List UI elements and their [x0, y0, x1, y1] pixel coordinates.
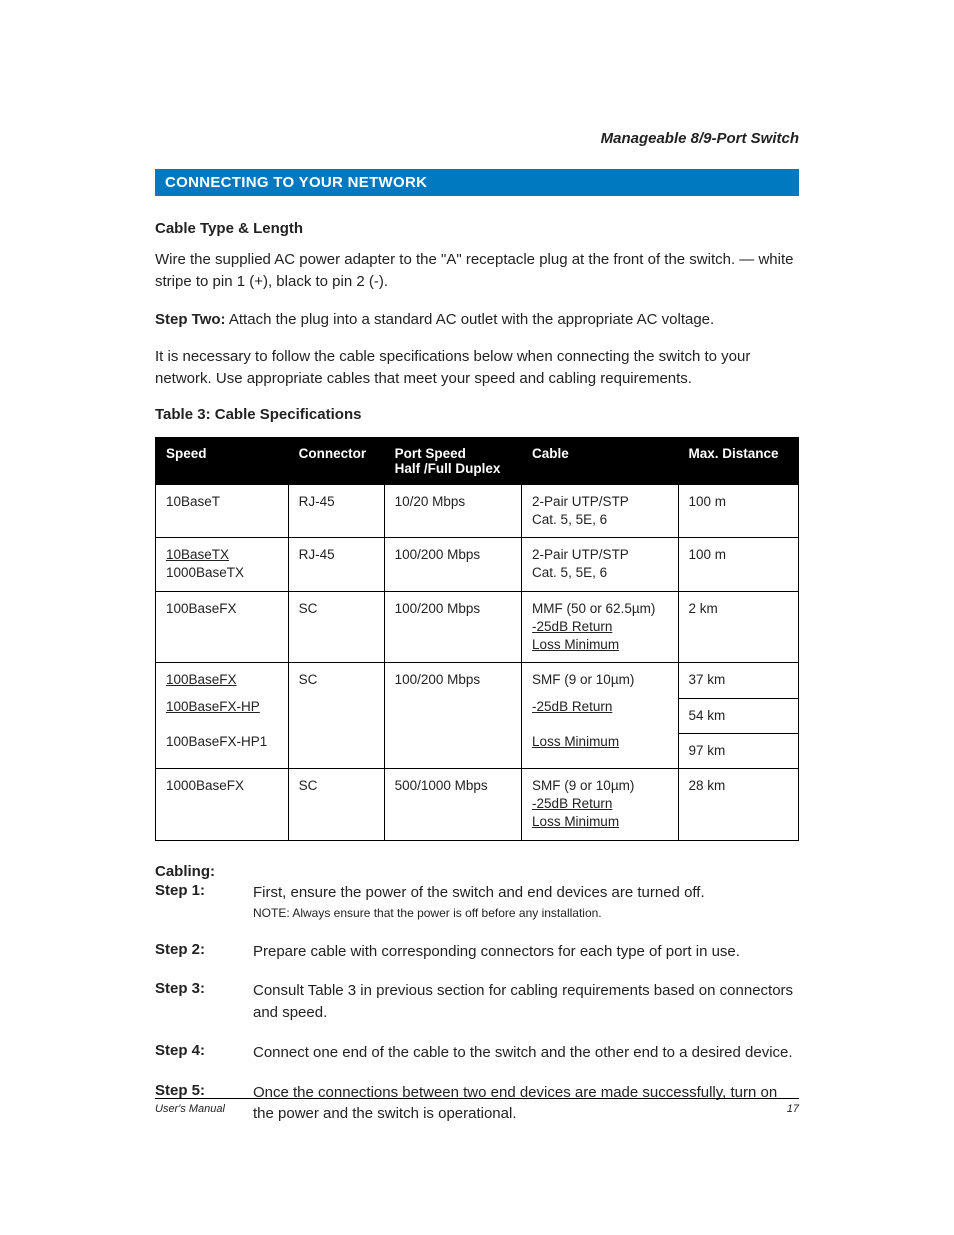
cell-portspeed: 10/20 Mbps: [384, 484, 521, 537]
paragraph-wire: Wire the supplied AC power adapter to th…: [155, 249, 799, 293]
step-text: Connect one end of the cable to the swit…: [253, 1042, 799, 1064]
step-label: Step 3:: [155, 980, 253, 1024]
cabling-steps: Cabling: Step 1: First, ensure the power…: [155, 863, 799, 1126]
cell-connector: SC: [288, 768, 384, 840]
cable-spec-table: Speed Connector Port Speed Half /Full Du…: [155, 437, 799, 841]
cell-cable: MMF (50 or 62.5µm) -25dB Return Loss Min…: [522, 591, 678, 663]
step-row-2: Step 2: Prepare cable with corresponding…: [155, 941, 799, 963]
page: Manageable 8/9-Port Switch CONNECTING TO…: [0, 0, 954, 1235]
th-connector: Connector: [288, 437, 384, 484]
table-row: 10BaseT RJ-45 10/20 Mbps 2-Pair UTP/STP …: [156, 484, 799, 537]
cell-portspeed: 100/200 Mbps: [384, 538, 521, 591]
th-portspeed: Port Speed Half /Full Duplex: [384, 437, 521, 484]
footer-page-number: 17: [787, 1103, 799, 1115]
cell-maxdist: 54 km: [678, 698, 798, 733]
step-label: Step 1:: [155, 882, 253, 923]
step-text: First, ensure the power of the switch an…: [253, 882, 799, 923]
cell-maxdist: 100 m: [678, 538, 798, 591]
step-text: Consult Table 3 in previous section for …: [253, 980, 799, 1024]
step-row-4: Step 4: Connect one end of the cable to …: [155, 1042, 799, 1064]
cell-cable: 2-Pair UTP/STP Cat. 5, 5E, 6: [522, 484, 678, 537]
cell-portspeed: 100/200 Mbps: [384, 663, 521, 769]
cell-maxdist: 97 km: [678, 733, 798, 768]
table-row: 100BaseFX SC 100/200 Mbps SMF (9 or 10µm…: [156, 663, 799, 698]
cell-maxdist: 2 km: [678, 591, 798, 663]
cell-portspeed: 500/1000 Mbps: [384, 768, 521, 840]
step-text: Prepare cable with corresponding connect…: [253, 941, 799, 963]
step-two-text: Attach the plug into a standard AC outle…: [226, 311, 715, 328]
cell-cable: -25dB Return: [522, 698, 678, 733]
cell-portspeed: 100/200 Mbps: [384, 591, 521, 663]
cell-cable: 2-Pair UTP/STP Cat. 5, 5E, 6: [522, 538, 678, 591]
cell-maxdist: 100 m: [678, 484, 798, 537]
cell-speed: 100BaseFX-HP: [156, 698, 289, 733]
th-cable: Cable: [522, 437, 678, 484]
cell-connector: RJ-45: [288, 538, 384, 591]
cell-speed: 100BaseFX: [156, 663, 289, 698]
step-label: Step 4:: [155, 1042, 253, 1064]
step-two-label: Step Two:: [155, 311, 226, 328]
cell-speed: 100BaseFX: [156, 591, 289, 663]
cell-speed: 10BaseT: [156, 484, 289, 537]
table-caption: Table 3: Cable Specifications: [155, 406, 799, 423]
paragraph-follow: It is necessary to follow the cable spec…: [155, 346, 799, 390]
th-speed: Speed: [156, 437, 289, 484]
cell-maxdist: 37 km: [678, 663, 798, 698]
table-row: 1000BaseFX SC 500/1000 Mbps SMF (9 or 10…: [156, 768, 799, 840]
cell-speed: 100BaseFX-HP1: [156, 733, 289, 768]
page-footer: User's Manual 17: [155, 1098, 799, 1115]
section-heading: CONNECTING TO YOUR NETWORK: [155, 169, 799, 196]
table-header-row: Speed Connector Port Speed Half /Full Du…: [156, 437, 799, 484]
cable-type-heading: Cable Type & Length: [155, 220, 799, 237]
step-label: Step 2:: [155, 941, 253, 963]
th-maxdist: Max. Distance: [678, 437, 798, 484]
step-note: NOTE: Always ensure that the power is of…: [253, 905, 799, 922]
footer-left: User's Manual: [155, 1103, 225, 1115]
table-row: 10BaseTX 1000BaseTX RJ-45 100/200 Mbps 2…: [156, 538, 799, 591]
cell-cable: Loss Minimum: [522, 733, 678, 768]
cell-maxdist: 28 km: [678, 768, 798, 840]
paragraph-step-two: Step Two: Attach the plug into a standar…: [155, 309, 799, 331]
cell-connector: SC: [288, 591, 384, 663]
cell-speed: 10BaseTX 1000BaseTX: [156, 538, 289, 591]
cell-cable: SMF (9 or 10µm): [522, 663, 678, 698]
table-row: 100BaseFX SC 100/200 Mbps MMF (50 or 62.…: [156, 591, 799, 663]
step-row-1: Step 1: First, ensure the power of the s…: [155, 882, 799, 923]
cell-connector: RJ-45: [288, 484, 384, 537]
step-row-3: Step 3: Consult Table 3 in previous sect…: [155, 980, 799, 1024]
cell-cable: SMF (9 or 10µm) -25dB Return Loss Minimu…: [522, 768, 678, 840]
cabling-heading: Cabling:: [155, 863, 799, 880]
cell-connector: SC: [288, 663, 384, 769]
product-title: Manageable 8/9-Port Switch: [155, 130, 799, 147]
cell-speed: 1000BaseFX: [156, 768, 289, 840]
